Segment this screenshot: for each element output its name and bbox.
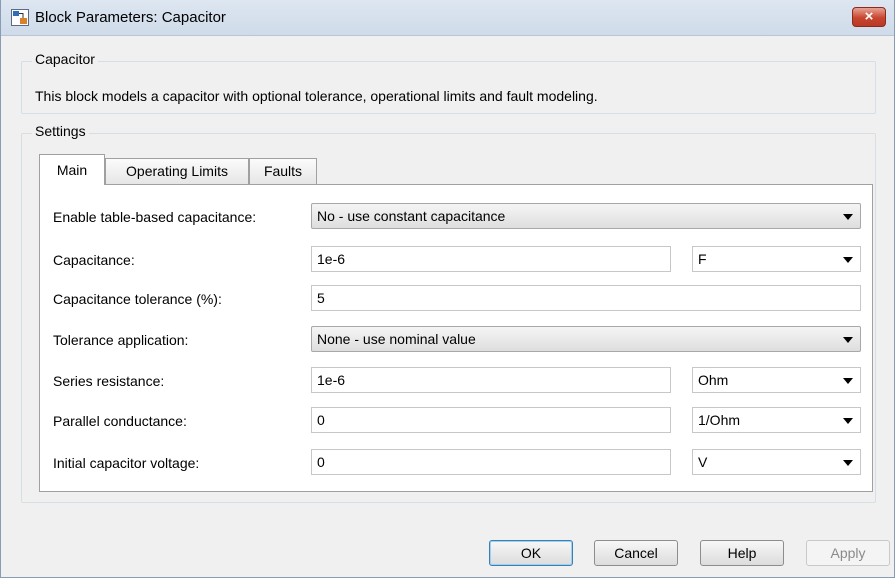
window-title: Block Parameters: Capacitor [35, 9, 226, 26]
series-resistance-input[interactable]: 1e-6 [311, 367, 671, 393]
initial-voltage-unit-dropdown[interactable]: V [692, 449, 861, 475]
tolerance-application-label: Tolerance application: [53, 332, 189, 348]
simulink-block-icon [11, 9, 29, 26]
capacitance-input[interactable]: 1e-6 [311, 246, 671, 272]
help-button[interactable]: Help [700, 540, 784, 566]
chevron-down-icon [843, 257, 853, 263]
tolerance-application-dropdown[interactable]: None - use nominal value [311, 326, 861, 352]
initial-voltage-input[interactable]: 0 [311, 449, 671, 475]
block-description: This block models a capacitor with optio… [35, 88, 598, 104]
tab-main[interactable]: Main [39, 154, 105, 185]
chevron-down-icon [843, 460, 853, 466]
initial-voltage-label: Initial capacitor voltage: [53, 455, 200, 471]
settings-group-legend: Settings [32, 123, 89, 139]
block-parameters-dialog: Block Parameters: Capacitor × Capacitor … [0, 0, 895, 578]
chevron-down-icon [843, 214, 853, 220]
tab-faults[interactable]: Faults [249, 158, 317, 184]
series-resistance-label: Series resistance: [53, 373, 165, 389]
chevron-down-icon [843, 337, 853, 343]
capacitance-label: Capacitance: [53, 252, 135, 268]
main-tab-panel: Enable table-based capacitance: No - use… [39, 184, 873, 492]
parallel-conductance-unit-dropdown[interactable]: 1/Ohm [692, 407, 861, 433]
tolerance-input[interactable]: 5 [311, 285, 861, 311]
tab-operating-limits[interactable]: Operating Limits [105, 158, 249, 184]
block-group-legend: Capacitor [32, 51, 98, 67]
capacitance-unit-dropdown[interactable]: F [692, 246, 861, 272]
close-icon: × [864, 8, 874, 25]
title-bar[interactable]: Block Parameters: Capacitor × [1, 0, 894, 36]
tolerance-label: Capacitance tolerance (%): [53, 291, 222, 307]
parallel-conductance-input[interactable]: 0 [311, 407, 671, 433]
close-button[interactable]: × [852, 7, 886, 27]
parallel-conductance-label: Parallel conductance: [53, 413, 187, 429]
ok-button[interactable]: OK [489, 540, 573, 566]
apply-button[interactable]: Apply [806, 540, 890, 566]
chevron-down-icon [843, 418, 853, 424]
cancel-button[interactable]: Cancel [594, 540, 678, 566]
series-resistance-unit-dropdown[interactable]: Ohm [692, 367, 861, 393]
table-based-dropdown[interactable]: No - use constant capacitance [311, 203, 861, 229]
chevron-down-icon [843, 378, 853, 384]
table-based-label: Enable table-based capacitance: [53, 209, 257, 225]
